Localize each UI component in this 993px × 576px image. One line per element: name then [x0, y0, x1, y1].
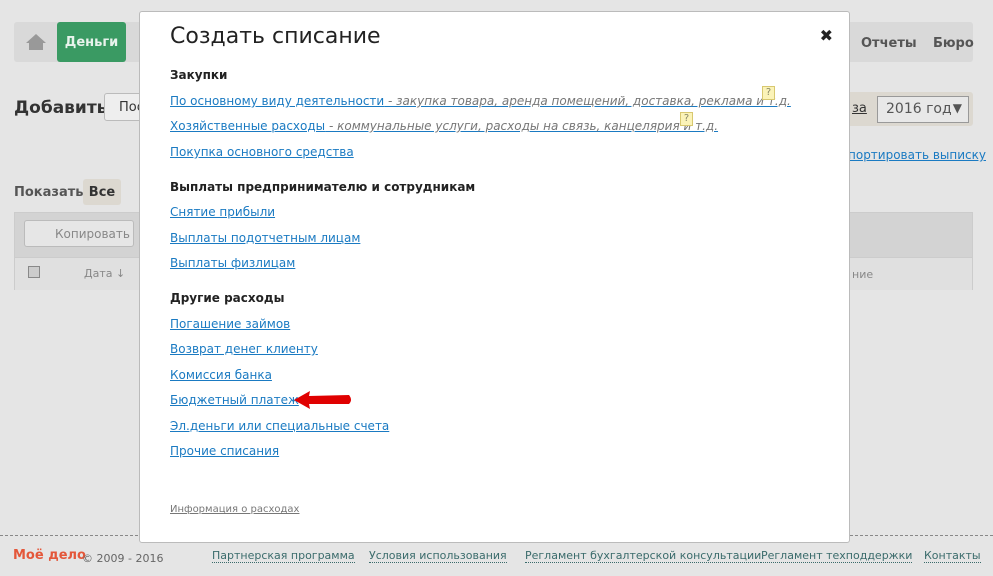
logo: Моё дело [13, 548, 86, 563]
link-fixed-asset[interactable]: Покупка основного средства [170, 145, 354, 159]
help-icon[interactable]: ? [680, 112, 693, 126]
section-payouts: Выплаты предпринимателю и сотрудникам [170, 180, 476, 194]
footer-link-terms[interactable]: Условия использования [369, 549, 507, 563]
section-other: Другие расходы [170, 291, 285, 305]
nav-bureau[interactable]: Бюро [933, 36, 974, 51]
link-refund[interactable]: Возврат денег клиенту [170, 342, 318, 356]
import-link[interactable]: портировать выписку [848, 148, 986, 162]
copy-button[interactable]: Копировать [24, 220, 134, 247]
home-icon[interactable] [14, 22, 57, 62]
select-all-checkbox[interactable] [28, 266, 40, 278]
footer-link-contacts[interactable]: Контакты [924, 549, 981, 563]
link-individuals[interactable]: Выплаты физлицам [170, 256, 295, 270]
year-value: 2016 год [886, 101, 952, 117]
section-purchases: Закупки [170, 68, 228, 82]
copyright: © 2009 - 2016 [82, 552, 164, 565]
nav-reports[interactable]: Отчеты [861, 36, 917, 51]
nav-money[interactable]: Деньги [57, 22, 126, 62]
help-icon[interactable]: ? [762, 86, 775, 100]
link-e-money[interactable]: Эл.деньги или специальные счета [170, 419, 389, 433]
footer-link-accounting[interactable]: Регламент бухгалтерской консультации [525, 549, 762, 563]
col-desc: ние [852, 268, 874, 281]
dialog-title: Создать списание [170, 24, 381, 49]
info-link[interactable]: Информация о расходах [170, 504, 299, 515]
link-main-activity[interactable]: По основному виду деятельности - закупка… [170, 94, 791, 108]
period-prefix: за [852, 101, 867, 116]
filter-all[interactable]: Все [83, 179, 121, 205]
link-budget-payment[interactable]: Бюджетный платеж [170, 393, 299, 407]
link-accountable[interactable]: Выплаты подотчетным лицам [170, 231, 360, 245]
show-label: Показать: [14, 185, 89, 200]
add-label: Добавить [14, 98, 108, 118]
link-profit[interactable]: Снятие прибыли [170, 205, 275, 219]
close-icon[interactable]: ✖ [820, 26, 833, 45]
year-select[interactable]: 2016 год ▼ [877, 96, 969, 123]
chevron-down-icon: ▼ [952, 101, 962, 115]
link-bank-fee[interactable]: Комиссия банка [170, 368, 272, 382]
link-household[interactable]: Хозяйственные расходы - коммунальные усл… [170, 119, 718, 133]
footer-link-partner[interactable]: Партнерская программа [212, 549, 355, 563]
footer-link-support[interactable]: Регламент техподдержки [761, 549, 913, 563]
col-date[interactable]: Дата ↓ [84, 267, 125, 280]
link-loans[interactable]: Погашение займов [170, 317, 290, 331]
link-other[interactable]: Прочие списания [170, 444, 279, 458]
create-expense-dialog: Создать списание ✖ Закупки По основному … [139, 11, 850, 543]
red-arrow-icon [294, 391, 351, 409]
